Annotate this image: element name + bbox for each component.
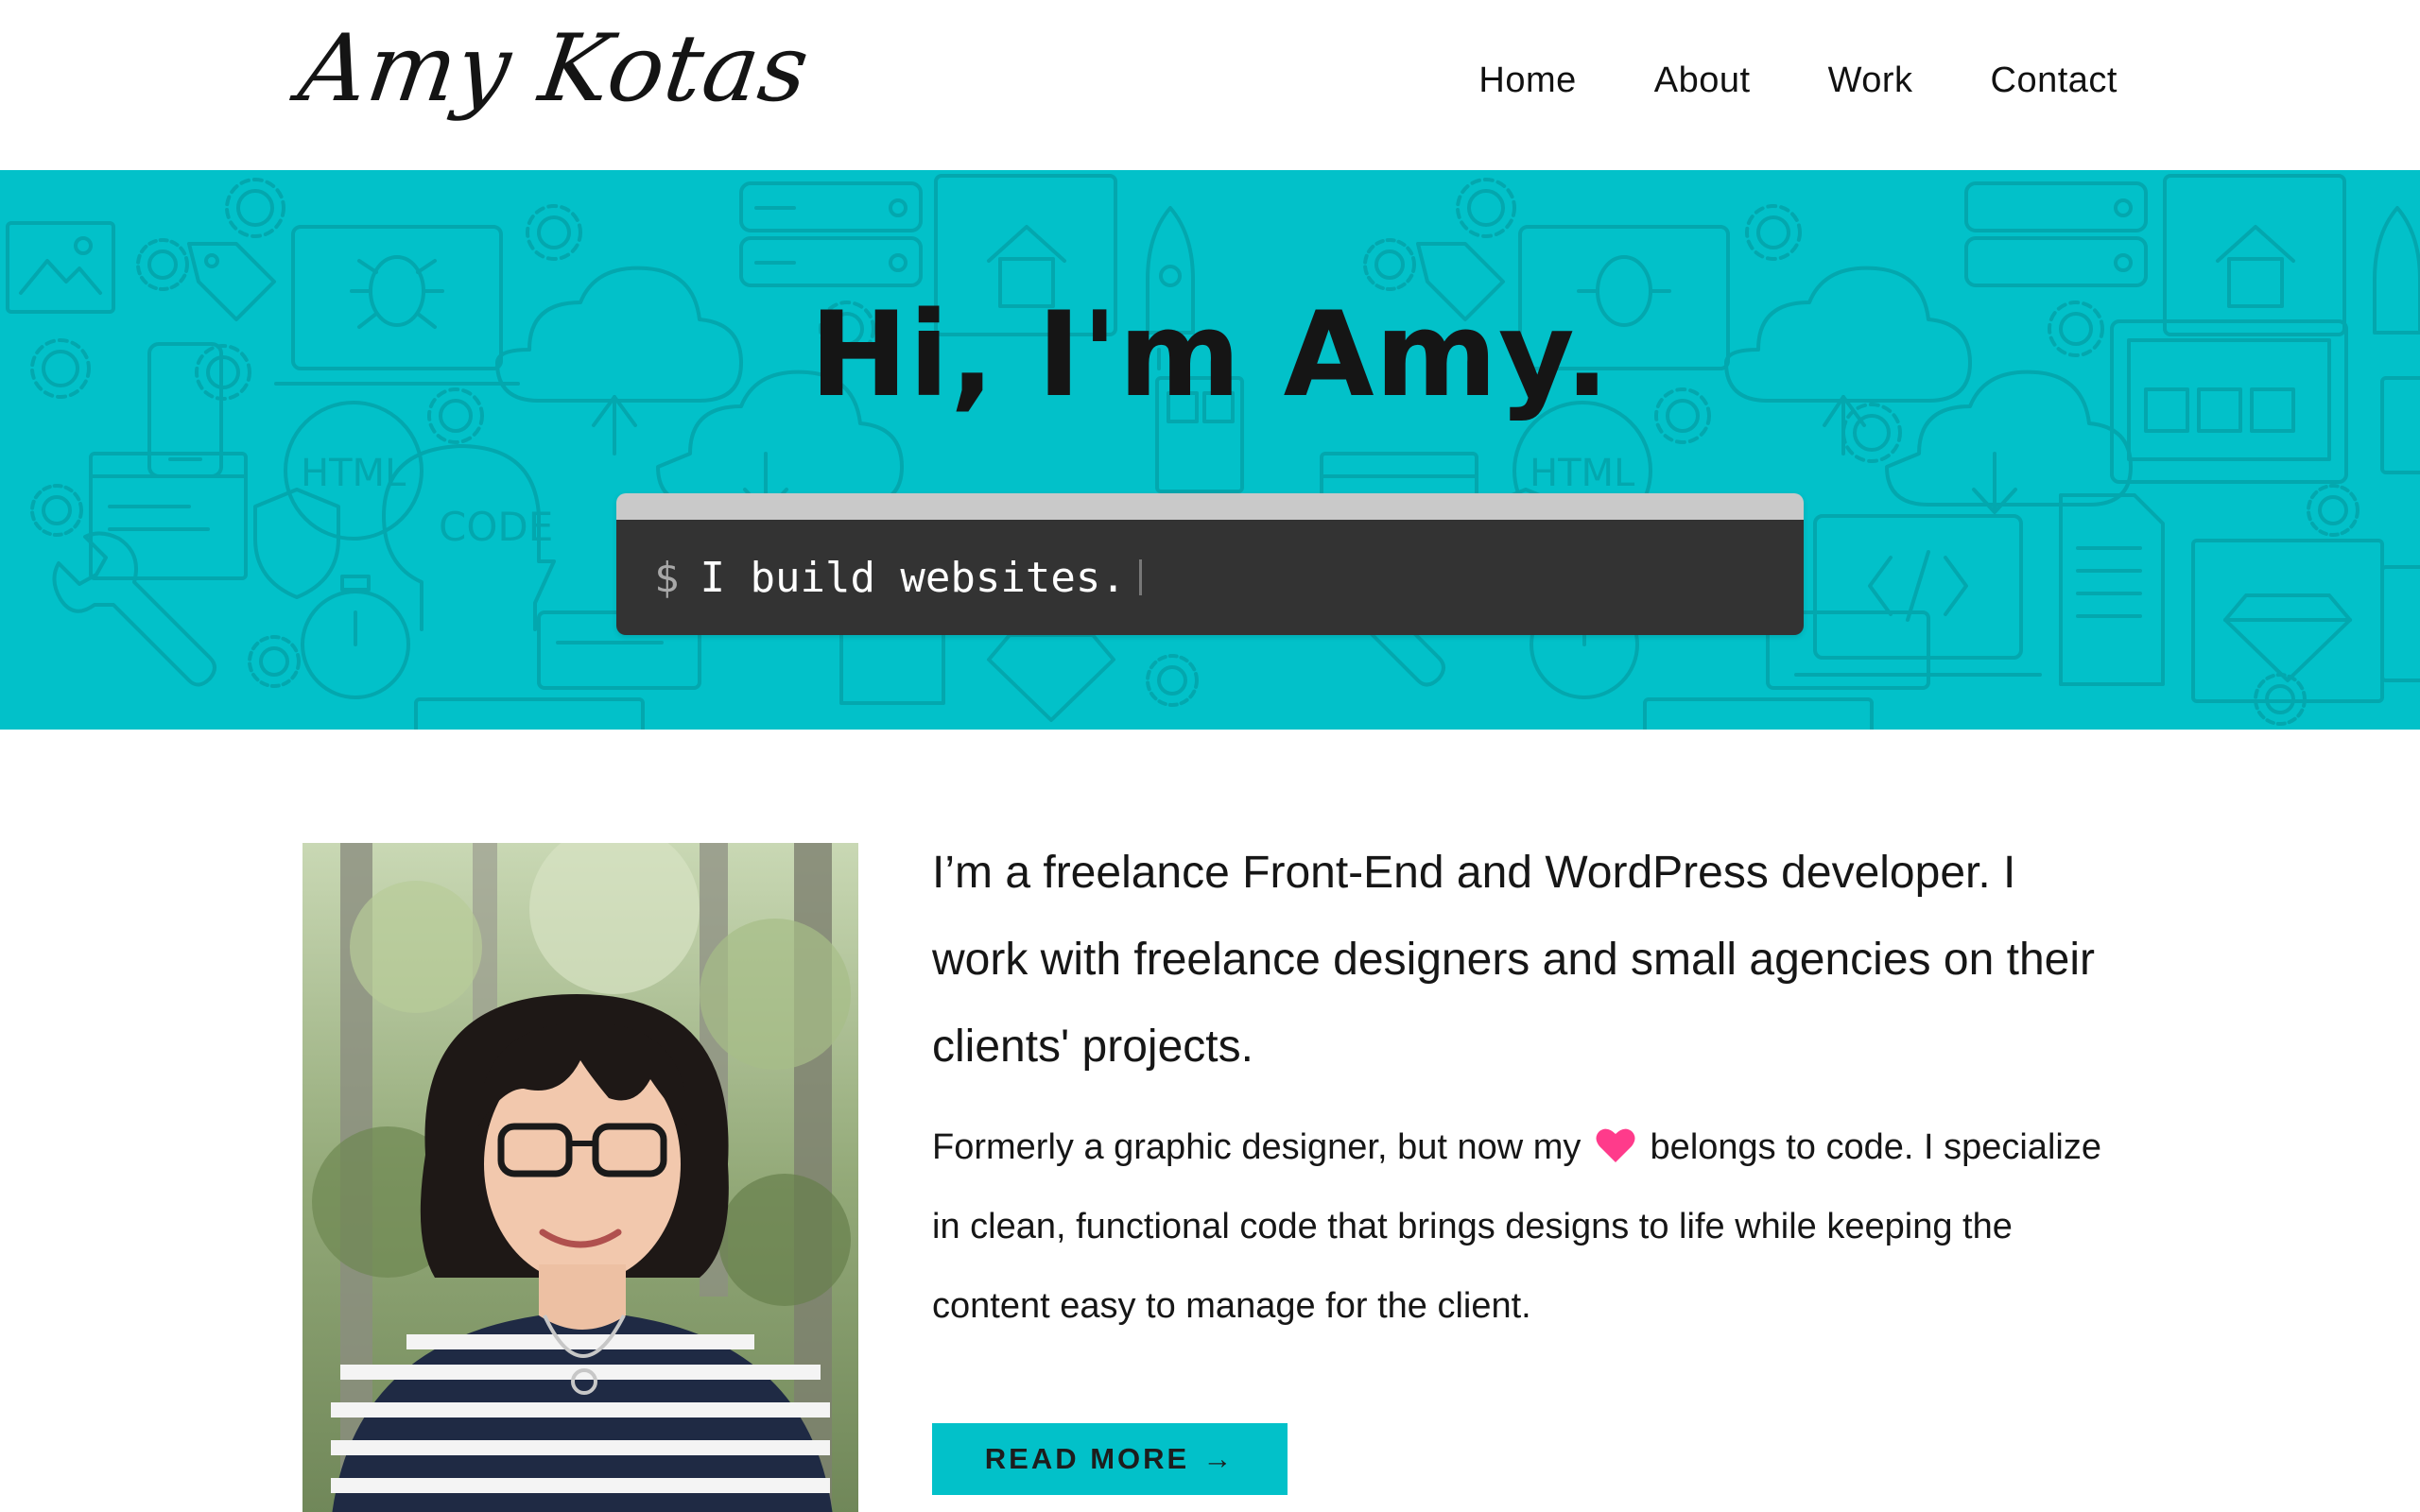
about-detail: Formerly a graphic designer, but now my … — [932, 1108, 2123, 1346]
about-text: I’m a freelance Front-End and WordPress … — [932, 830, 2123, 1346]
hero-icon-pattern: HTML CODE HTML — [6, 174, 2420, 730]
html-label: HTML — [301, 452, 406, 495]
read-more-button[interactable]: READ MORE → — [932, 1423, 1288, 1495]
code-label: CODE — [439, 504, 553, 550]
terminal-command: I build websites. — [700, 553, 1126, 602]
terminal-window: $ I build websites. — [616, 493, 1804, 635]
arrow-right-icon: → — [1202, 1442, 1236, 1475]
portrait-photo — [302, 843, 858, 1512]
terminal-body: $ I build websites. — [616, 520, 1804, 635]
hero-title: Hi, I'm Amy. — [809, 287, 1611, 423]
about-intro: I’m a freelance Front-End and WordPress … — [932, 848, 2095, 1072]
terminal-cursor — [1138, 559, 1142, 595]
html-label: HTML — [1530, 452, 1635, 495]
about-section: I’m a freelance Front-End and WordPress … — [0, 730, 2420, 1512]
nav-work-link[interactable]: Work — [1828, 60, 1913, 101]
read-more-label: READ MORE — [984, 1442, 1190, 1475]
terminal-prompt: $ — [654, 553, 680, 602]
nav-about-link[interactable]: About — [1654, 60, 1751, 101]
code-brackets-icon — [1794, 514, 2042, 677]
nav-home-link[interactable]: Home — [1478, 60, 1576, 101]
main-nav: Home About Work Contact — [1478, 60, 2118, 101]
site-logo[interactable]: Amy Kotas — [293, 15, 816, 123]
site-header: Amy Kotas Home About Work Contact — [0, 0, 2420, 170]
heart-icon — [1596, 1128, 1635, 1162]
hero-section: HTML CODE HTML Hi, I'm Amy. $ I build we… — [0, 170, 2420, 730]
terminal-title-bar — [616, 493, 1804, 520]
portrait-illustration — [302, 843, 858, 1512]
nav-contact-link[interactable]: Contact — [1991, 60, 2118, 101]
about-detail-start: Formerly a graphic designer, but now my — [932, 1127, 1582, 1167]
server-icon — [739, 181, 2148, 287]
